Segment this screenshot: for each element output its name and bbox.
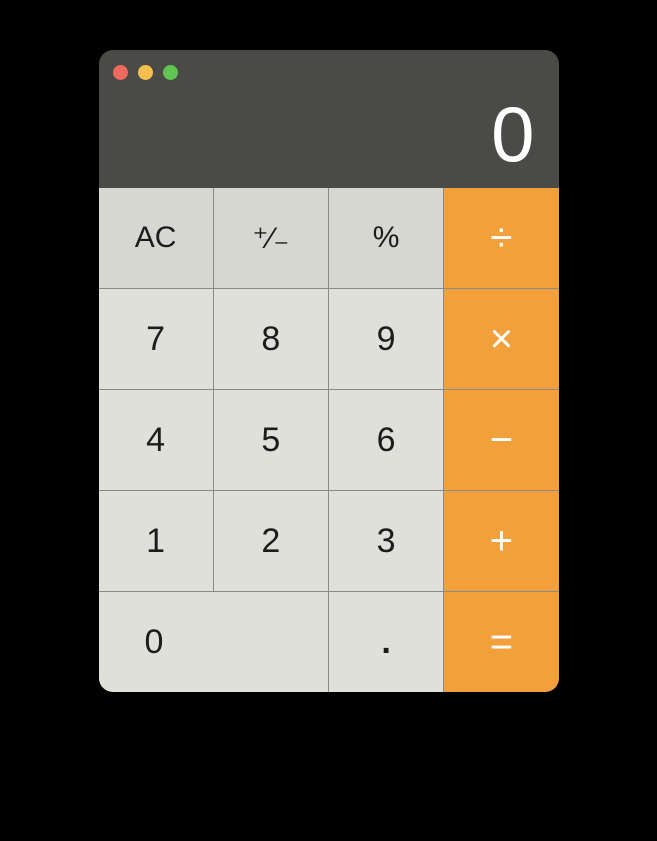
decimal-button[interactable]: . [329, 592, 443, 692]
digit-1-button[interactable]: 1 [99, 491, 213, 591]
digit-6-button[interactable]: 6 [329, 390, 443, 490]
digit-2-button[interactable]: 2 [214, 491, 328, 591]
divide-button[interactable]: ÷ [444, 188, 558, 288]
digit-5-button[interactable]: 5 [214, 390, 328, 490]
keypad: AC ⁺⁄₋ % ÷ 7 8 9 × 4 5 6 − 1 2 3 + 0 . = [99, 188, 559, 692]
equals-button[interactable]: = [444, 592, 558, 692]
close-icon[interactable] [113, 65, 128, 80]
digit-9-button[interactable]: 9 [329, 289, 443, 389]
digit-0-button[interactable]: 0 [99, 592, 329, 692]
minimize-icon[interactable] [138, 65, 153, 80]
titlebar [99, 50, 559, 80]
add-button[interactable]: + [444, 491, 558, 591]
negate-button[interactable]: ⁺⁄₋ [214, 188, 328, 288]
subtract-button[interactable]: − [444, 390, 558, 490]
maximize-icon[interactable] [163, 65, 178, 80]
digit-4-button[interactable]: 4 [99, 390, 213, 490]
calculator-display: 0 [99, 80, 559, 188]
calculator-window: 0 AC ⁺⁄₋ % ÷ 7 8 9 × 4 5 6 − 1 2 3 + 0 .… [99, 50, 559, 692]
digit-3-button[interactable]: 3 [329, 491, 443, 591]
digit-7-button[interactable]: 7 [99, 289, 213, 389]
digit-8-button[interactable]: 8 [214, 289, 328, 389]
clear-button[interactable]: AC [99, 188, 213, 288]
percent-button[interactable]: % [329, 188, 443, 288]
multiply-button[interactable]: × [444, 289, 558, 389]
